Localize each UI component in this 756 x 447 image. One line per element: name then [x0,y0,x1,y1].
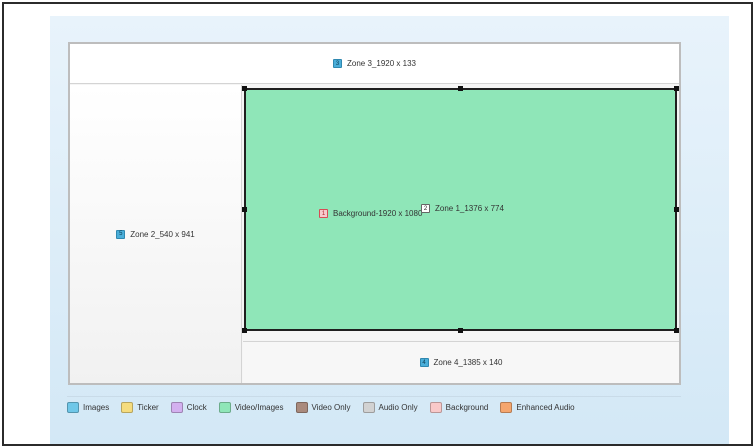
legend-swatch [362,402,375,413]
legend-swatch [295,402,308,413]
zone-1-number-badge: 2 [421,204,430,213]
resize-handle-bottom-right[interactable] [674,328,679,333]
legend-label: Background [445,403,489,412]
resize-handle-middle-left[interactable] [242,207,247,212]
resize-handle-top-left[interactable] [242,86,247,91]
legend-item: Video/Images [218,402,284,413]
zone-1-selected[interactable]: 1 Background-1920 x 1080 2 Zone 1_1376 x… [242,86,679,333]
legend-label: Ticker [137,403,159,412]
legend-label: Images [83,403,110,412]
zone-1-label-group: 2 Zone 1_1376 x 774 [421,204,504,213]
background-zone-label[interactable]: 1 Background-1920 x 1080 [319,209,422,218]
zone-1-label: Zone 1_1376 x 774 [435,204,504,213]
legend-item: Audio Only [362,402,418,413]
resize-handle-bottom-center[interactable] [458,328,463,333]
zone-3-label: Zone 3_1920 x 133 [347,59,416,68]
legend-swatch [500,402,513,413]
legend-label: Audio Only [378,403,418,412]
resize-handle-top-center[interactable] [458,86,463,91]
screen-frame: 3 Zone 3_1920 x 133 5 Zone 2_540 x 941 4… [2,2,753,446]
layout-board: 3 Zone 3_1920 x 133 5 Zone 2_540 x 941 4… [68,42,681,385]
zone-4[interactable]: 4 Zone 4_1385 x 140 [243,341,679,383]
zone-3[interactable]: 3 Zone 3_1920 x 133 [70,44,679,84]
resize-handle-top-right[interactable] [674,86,679,91]
legend-item: Clock [170,402,207,413]
legend-item: Enhanced Audio [500,402,575,413]
legend-divider [67,396,681,397]
legend-label: Enhanced Audio [516,403,575,412]
background-label: Background-1920 x 1080 [333,209,423,218]
legend-label: Clock [186,403,207,412]
zone-type-legend: Images Ticker Clock Video/Images Video Only A… [67,402,587,413]
zone-3-number-badge: 3 [333,59,343,68]
zone-4-label: Zone 4_1385 x 140 [433,358,503,367]
legend-item: Video Only [295,402,351,413]
resize-handle-middle-right[interactable] [674,207,679,212]
legend-label: Video/Images [234,403,284,412]
legend-swatch [218,402,231,413]
zone-2[interactable]: 5 Zone 2_540 x 941 [70,85,242,383]
zone-4-number-badge: 4 [419,358,429,367]
zone-2-number-badge: 5 [116,229,126,239]
legend-label: Video Only [311,403,351,412]
legend-swatch [121,402,134,413]
legend-item: Images [67,402,109,413]
resize-handle-bottom-left[interactable] [242,328,247,333]
legend-swatch [170,402,183,413]
legend-swatch [429,402,442,413]
legend-swatch [67,402,79,413]
legend-item: Background [429,402,489,413]
zone-2-label: Zone 2_540 x 941 [130,229,195,239]
legend-item: Ticker [121,402,159,413]
background-number-badge: 1 [319,209,328,218]
